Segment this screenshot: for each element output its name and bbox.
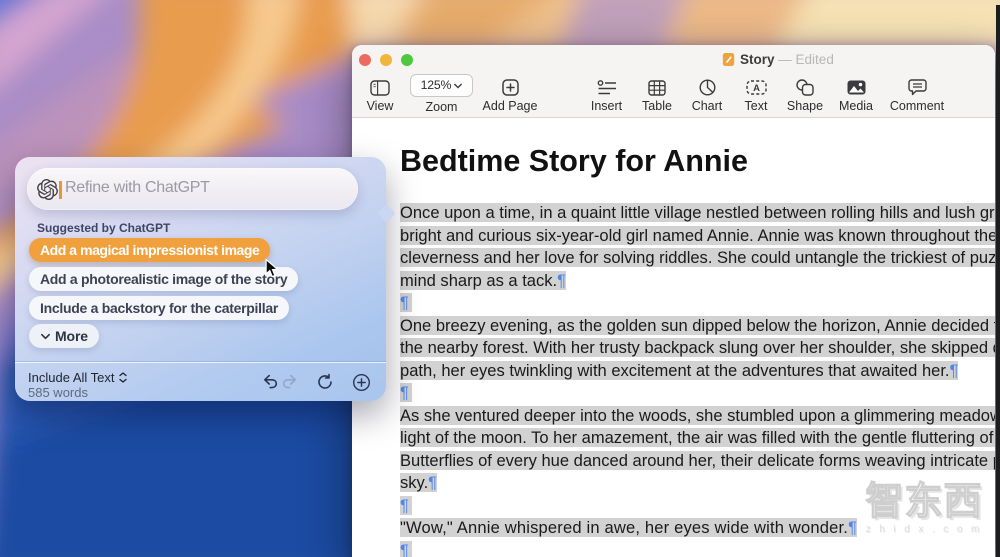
svg-text:A: A: [753, 83, 760, 94]
